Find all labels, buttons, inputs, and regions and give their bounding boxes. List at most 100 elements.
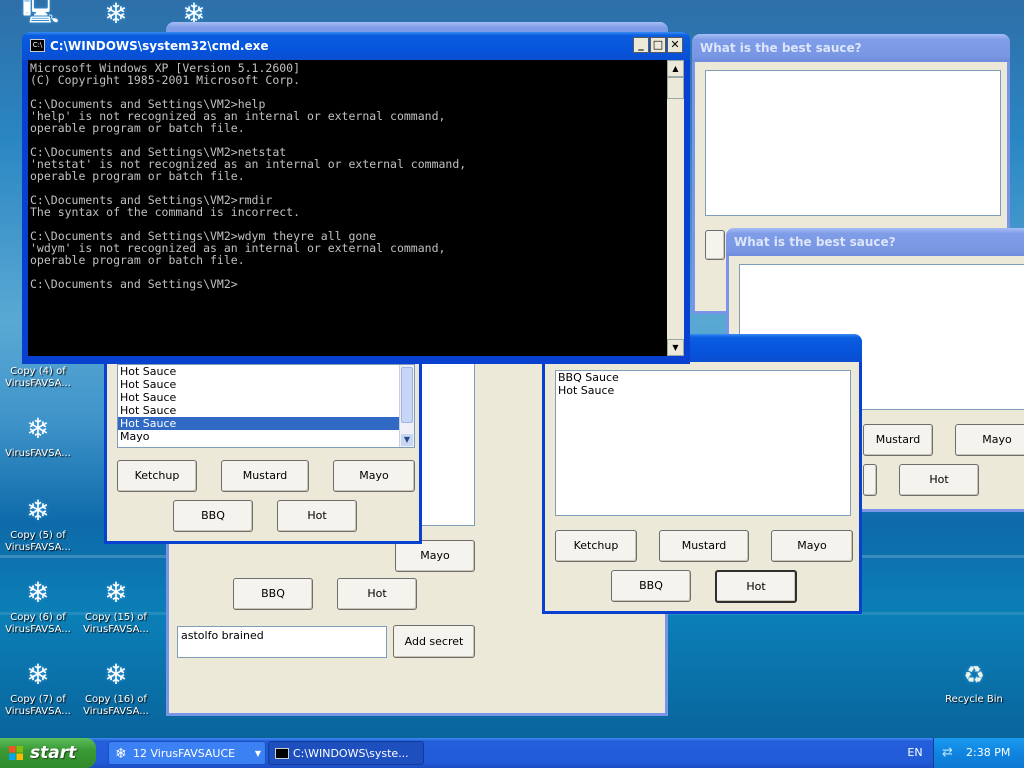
bbq-label: BBQ: [639, 579, 663, 592]
ketchup-label: Ketchup: [134, 469, 180, 482]
list-item-selected[interactable]: Hot Sauce: [118, 417, 414, 430]
add-secret-button[interactable]: Add secret: [393, 625, 475, 658]
desktop-icon-copy7[interactable]: ❄ Copy (7) of VirusFAVSA...: [2, 659, 74, 718]
hot-button[interactable]: Hot: [715, 570, 797, 603]
sauce-listbox[interactable]: [705, 70, 1001, 216]
desktop-icon-copy16[interactable]: ❄ Copy (16) of VirusFAVSA...: [80, 659, 152, 718]
window-title: What is the best sauce?: [734, 235, 896, 249]
mayo-label: Mayo: [359, 469, 389, 482]
bbq-label: BBQ: [261, 587, 285, 600]
clock[interactable]: 2:38 PM: [966, 738, 1010, 768]
hot-label: Hot: [367, 587, 387, 600]
snowflake-icon: ❄: [104, 0, 128, 30]
desktop-icon-copy15[interactable]: ❄ Copy (15) of VirusFAVSA...: [80, 577, 152, 636]
console-output[interactable]: Microsoft Windows XP [Version 5.1.2600] …: [28, 60, 669, 356]
close-icon[interactable]: ✕: [667, 37, 683, 53]
mustard-label: Mustard: [242, 469, 288, 482]
chevron-down-icon: ▼: [254, 749, 261, 758]
sauce-window-left[interactable]: Hot Sauce Hot Sauce Hot Sauce Hot Sauce …: [104, 336, 422, 544]
bbq-button[interactable]: BBQ: [611, 570, 691, 602]
desktop-icon-computer[interactable]: 🖳: [2, 0, 74, 29]
list-item[interactable]: Hot Sauce: [118, 404, 414, 417]
list-scrollbar[interactable]: ▼: [399, 365, 414, 447]
list-item[interactable]: Hot Sauce: [118, 378, 414, 391]
hot-label: Hot: [307, 509, 327, 522]
cmd-titlebar[interactable]: C:\ C:\WINDOWS\system32\cmd.exe: [22, 32, 690, 60]
window-titlebar[interactable]: What is the best sauce?: [726, 228, 1024, 256]
hot-label: Hot: [746, 580, 766, 593]
desktop-icon-label: Copy (7) of VirusFAVSA...: [5, 694, 71, 717]
list-item[interactable]: BBQ Sauce: [556, 371, 850, 384]
desktop-icon-recycle-bin[interactable]: ♻ Recycle Bin: [938, 659, 1010, 706]
desktop-icon-copy5[interactable]: ❄ Copy (5) of VirusFAVSA...: [2, 495, 74, 554]
desktop-icon-label: Copy (15) of VirusFAVSA...: [83, 612, 149, 635]
ketchup-button[interactable]: Ketchup: [117, 460, 197, 492]
cmd-scrollbar[interactable]: ▲ ▼: [667, 60, 684, 356]
language-indicator[interactable]: EN: [898, 738, 932, 768]
bbq-button[interactable]: BBQ: [173, 500, 253, 532]
hot-button[interactable]: Hot: [899, 464, 979, 496]
cmd-window[interactable]: C:\ C:\WINDOWS\system32\cmd.exe _ □ ✕ Mi…: [22, 32, 690, 364]
list-item[interactable]: Hot Sauce: [556, 384, 850, 397]
desktop-icon-virusfavsauce[interactable]: ❄ VirusFAVSA...: [2, 413, 74, 460]
scroll-thumb[interactable]: [401, 367, 413, 423]
maximize-icon[interactable]: □: [650, 37, 666, 53]
sauce-window-right-front[interactable]: BBQ Sauce Hot Sauce Ketchup Mustard Mayo…: [542, 334, 862, 614]
snowflake-icon: ❄: [26, 658, 50, 691]
console-line: operable program or batch file.: [30, 169, 245, 183]
taskbar-item-label: 12 VirusFAVSAUCE: [133, 747, 236, 760]
desktop-icon-label: Copy (6) of VirusFAVSA...: [5, 612, 71, 635]
console-line: operable program or batch file.: [30, 253, 245, 267]
network-icon[interactable]: ⇄: [942, 738, 953, 768]
secret-input[interactable]: astolfo brained: [177, 626, 387, 658]
list-item[interactable]: Hot Sauce: [118, 391, 414, 404]
mustard-label: Mustard: [875, 433, 921, 446]
mayo-button[interactable]: Mayo: [955, 424, 1024, 456]
partial-button[interactable]: [705, 230, 725, 260]
snowflake-icon: ❄: [104, 576, 128, 609]
taskbar-item-virusfavsauce[interactable]: ❄ 12 VirusFAVSAUCE ▼: [108, 741, 266, 765]
mustard-label: Mustard: [681, 539, 727, 552]
mayo-button[interactable]: Mayo: [771, 530, 853, 562]
scroll-thumb[interactable]: [667, 77, 684, 99]
cmd-icon: [275, 748, 289, 759]
ketchup-label: Ketchup: [573, 539, 619, 552]
sauce-listbox[interactable]: BBQ Sauce Hot Sauce: [555, 370, 851, 516]
scroll-up-icon[interactable]: ▲: [667, 60, 684, 77]
mustard-button[interactable]: Mustard: [221, 460, 309, 492]
window-titlebar[interactable]: What is the best sauce?: [692, 34, 1010, 62]
mustard-button[interactable]: Mustard: [659, 530, 749, 562]
scroll-down-icon[interactable]: ▼: [667, 339, 684, 356]
scroll-down-icon[interactable]: ▼: [401, 434, 413, 446]
snowflake-icon: ❄: [26, 494, 50, 527]
hot-label: Hot: [929, 473, 949, 486]
taskbar-item-cmd[interactable]: C:\WINDOWS\syste...: [268, 741, 424, 765]
console-prompt: C:\Documents and Settings\VM2>: [30, 277, 238, 291]
cmd-icon: C:\: [30, 39, 45, 52]
mayo-button[interactable]: Mayo: [333, 460, 415, 492]
list-item[interactable]: Hot Sauce: [118, 365, 414, 378]
partial-button[interactable]: [863, 464, 877, 496]
ketchup-button[interactable]: Ketchup: [555, 530, 637, 562]
mustard-button[interactable]: Mustard: [863, 424, 933, 456]
taskbar-item-label: C:\WINDOWS\syste...: [293, 747, 409, 760]
desktop-icon-virus[interactable]: ❄: [80, 0, 152, 33]
recycle-bin-icon: ♻: [963, 661, 985, 689]
list-item[interactable]: Mayo: [118, 430, 414, 443]
desktop-icon-label: Recycle Bin: [945, 694, 1003, 705]
desktop-icon-copy6[interactable]: ❄ Copy (6) of VirusFAVSA...: [2, 577, 74, 636]
minimize-icon[interactable]: _: [633, 37, 649, 53]
mayo-label: Mayo: [982, 433, 1012, 446]
hot-button[interactable]: Hot: [277, 500, 357, 532]
taskbar: start ❄ 12 VirusFAVSAUCE ▼ C:\WINDOWS\sy…: [0, 738, 1024, 768]
bbq-button[interactable]: BBQ: [233, 578, 313, 610]
cmd-title: C:\WINDOWS\system32\cmd.exe: [50, 39, 269, 53]
start-button[interactable]: start: [0, 738, 96, 768]
hot-button[interactable]: Hot: [337, 578, 417, 610]
sauce-listbox[interactable]: Hot Sauce Hot Sauce Hot Sauce Hot Sauce …: [117, 364, 415, 448]
snowflake-icon: ❄: [26, 576, 50, 609]
mayo-button[interactable]: Mayo: [395, 540, 475, 572]
windows-logo-icon: [9, 746, 23, 760]
desktop-icon-copy4[interactable]: Copy (4) of VirusFAVSA...: [2, 366, 74, 390]
language-label: EN: [907, 746, 923, 759]
